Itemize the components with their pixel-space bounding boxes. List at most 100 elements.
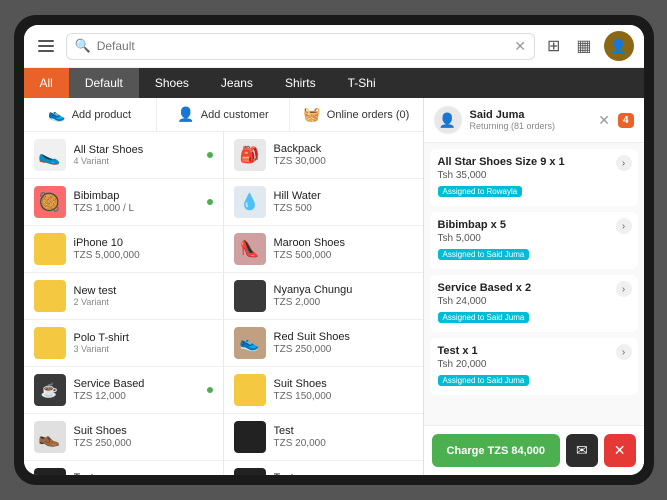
list-item[interactable]: 🥿 All Star Shoes 4 Variant xyxy=(24,132,223,179)
tab-jeans[interactable]: Jeans xyxy=(205,68,269,98)
online-orders-label: Online orders (0) xyxy=(327,109,410,121)
product-thumbnail: 🎒 xyxy=(234,139,266,171)
list-item[interactable]: 👞 Suit Shoes TZS 250,000 xyxy=(24,414,223,461)
product-info: Service Based TZS 12,000 xyxy=(74,378,199,402)
product-thumbnail xyxy=(34,280,66,312)
cart-item: › All Star Shoes Size 9 x 1 Tsh 35,000 A… xyxy=(430,149,638,206)
customer-avatar: 👤 xyxy=(434,106,462,134)
add-customer-button[interactable]: 👤 Add customer xyxy=(157,98,290,131)
product-thumbnail xyxy=(234,374,266,406)
product-price: TZS 30,000 xyxy=(274,156,413,167)
product-column-left: 🥿 All Star Shoes 4 Variant 🥘 Bibimbap xyxy=(24,132,224,475)
cart-item-tag: Assigned to Said Juma xyxy=(438,249,530,260)
list-item[interactable]: Suit Shoes TZS 150,000 xyxy=(224,367,423,414)
online-orders-button[interactable]: 🧺 Online orders (0) xyxy=(290,98,422,131)
search-input[interactable] xyxy=(97,39,509,53)
add-product-label: Add product xyxy=(72,109,131,121)
list-item[interactable]: Test TZS 20,000 xyxy=(224,461,423,475)
list-item[interactable]: 👠 Maroon Shoes TZS 500,000 xyxy=(224,226,423,273)
add-customer-icon: 👤 xyxy=(177,106,194,123)
list-item[interactable]: New test 2 Variant xyxy=(24,273,223,320)
tab-default[interactable]: Default xyxy=(69,68,139,98)
tab-shirts[interactable]: Shirts xyxy=(269,68,332,98)
product-price: TZS 2,000 xyxy=(274,297,413,308)
cart-item: › Bibimbap x 5 Tsh 5,000 Assigned to Sai… xyxy=(430,212,638,269)
product-info: Backpack TZS 30,000 xyxy=(274,143,413,167)
cart-close-button[interactable]: ✕ xyxy=(598,112,610,129)
cart-item-name: Service Based x 2 xyxy=(438,282,630,294)
product-name: Nyanya Chungu xyxy=(274,284,413,296)
list-item[interactable]: 🎒 Backpack TZS 30,000 xyxy=(224,132,423,179)
list-item[interactable]: 🥘 Bibimbap TZS 1,000 / L xyxy=(24,179,223,226)
product-variant: 3 Variant xyxy=(74,344,213,354)
hamburger-button[interactable] xyxy=(34,36,58,56)
list-item[interactable]: ☕ Service Based TZS 12,000 xyxy=(24,367,223,414)
list-item[interactable]: Nyanya Chungu TZS 2,000 xyxy=(224,273,423,320)
product-thumbnail xyxy=(34,327,66,359)
active-dot xyxy=(207,152,213,158)
product-price: TZS 5,000,000 xyxy=(74,250,213,261)
product-info: Test TZS 20,000 xyxy=(274,425,413,449)
email-button[interactable]: ✉ xyxy=(566,434,598,467)
product-name: Bibimbap xyxy=(74,190,199,202)
product-info: All Star Shoes 4 Variant xyxy=(74,144,199,166)
product-price: TZS 1,000 / L xyxy=(74,203,199,214)
product-name: New test xyxy=(74,285,213,297)
list-item[interactable]: Polo T-shirt 3 Variant xyxy=(24,320,223,367)
product-name: Hill Water xyxy=(274,190,413,202)
product-thumbnail xyxy=(34,468,66,475)
charge-button[interactable]: Charge TZS 84,000 xyxy=(432,434,561,467)
grid-view-button[interactable]: ⊞ xyxy=(543,32,564,60)
product-name: Backpack xyxy=(274,143,413,155)
main-content: 👟 Add product 👤 Add customer 🧺 Online or… xyxy=(24,98,644,475)
cart-item-tag: Assigned to Said Juma xyxy=(438,375,530,386)
user-avatar-button[interactable]: 👤 xyxy=(604,31,634,61)
add-customer-label: Add customer xyxy=(201,109,269,121)
product-name: Maroon Shoes xyxy=(274,237,413,249)
product-thumbnail xyxy=(234,280,266,312)
product-info: Polo T-shirt 3 Variant xyxy=(74,332,213,354)
cart-item-tag: Assigned to Rowayla xyxy=(438,186,523,197)
list-item[interactable]: 👟 Red Suit Shoes TZS 250,000 xyxy=(224,320,423,367)
product-column-right: 🎒 Backpack TZS 30,000 💧 Hill Water T xyxy=(224,132,423,475)
barcode-button[interactable]: ▦ xyxy=(572,32,595,60)
product-name: Red Suit Shoes xyxy=(274,331,413,343)
customer-sub: Returning (81 orders) xyxy=(470,121,591,131)
list-item[interactable]: Test TZS 20,000 xyxy=(224,414,423,461)
product-name: All Star Shoes xyxy=(74,144,199,156)
product-thumbnail xyxy=(234,468,266,475)
product-name: Test xyxy=(274,472,413,475)
tab-all[interactable]: All xyxy=(24,68,69,98)
list-item[interactable]: iPhone 10 TZS 5,000,000 xyxy=(24,226,223,273)
cart-items-list: › All Star Shoes Size 9 x 1 Tsh 35,000 A… xyxy=(424,143,644,425)
product-name: iPhone 10 xyxy=(74,237,213,249)
clear-search-button[interactable]: ✕ xyxy=(514,38,526,55)
list-item[interactable]: Test TZS 20,000 xyxy=(24,461,223,475)
remove-item-button[interactable]: › xyxy=(616,281,632,297)
search-box: 🔍 ✕ xyxy=(66,33,535,60)
add-product-button[interactable]: 👟 Add product xyxy=(24,98,157,131)
customer-name: Said Juma xyxy=(470,109,591,121)
tab-tshi[interactable]: T-Shi xyxy=(332,68,392,98)
cart-item-price: Tsh 24,000 xyxy=(438,296,630,307)
product-variant: 2 Variant xyxy=(74,297,213,307)
product-thumbnail: 👞 xyxy=(34,421,66,453)
action-bar: 👟 Add product 👤 Add customer 🧺 Online or… xyxy=(24,98,423,132)
product-thumbnail: 👟 xyxy=(234,327,266,359)
product-price: TZS 150,000 xyxy=(274,391,413,402)
cart-item-name: Bibimbap x 5 xyxy=(438,219,630,231)
cart-item-name: Test x 1 xyxy=(438,345,630,357)
remove-item-button[interactable]: › xyxy=(616,155,632,171)
cart-item-price: Tsh 5,000 xyxy=(438,233,630,244)
remove-item-button[interactable]: › xyxy=(616,344,632,360)
remove-item-button[interactable]: › xyxy=(616,218,632,234)
list-item[interactable]: 💧 Hill Water TZS 500 xyxy=(224,179,423,226)
product-name: Suit Shoes xyxy=(274,378,413,390)
product-info: iPhone 10 TZS 5,000,000 xyxy=(74,237,213,261)
tab-shoes[interactable]: Shoes xyxy=(139,68,205,98)
cart-panel: 👤 Said Juma Returning (81 orders) ✕ 4 › … xyxy=(424,98,644,475)
product-price: TZS 12,000 xyxy=(74,391,199,402)
product-price: TZS 500 xyxy=(274,203,413,214)
cancel-button[interactable]: ✕ xyxy=(604,434,636,467)
search-icon: 🔍 xyxy=(75,38,91,54)
